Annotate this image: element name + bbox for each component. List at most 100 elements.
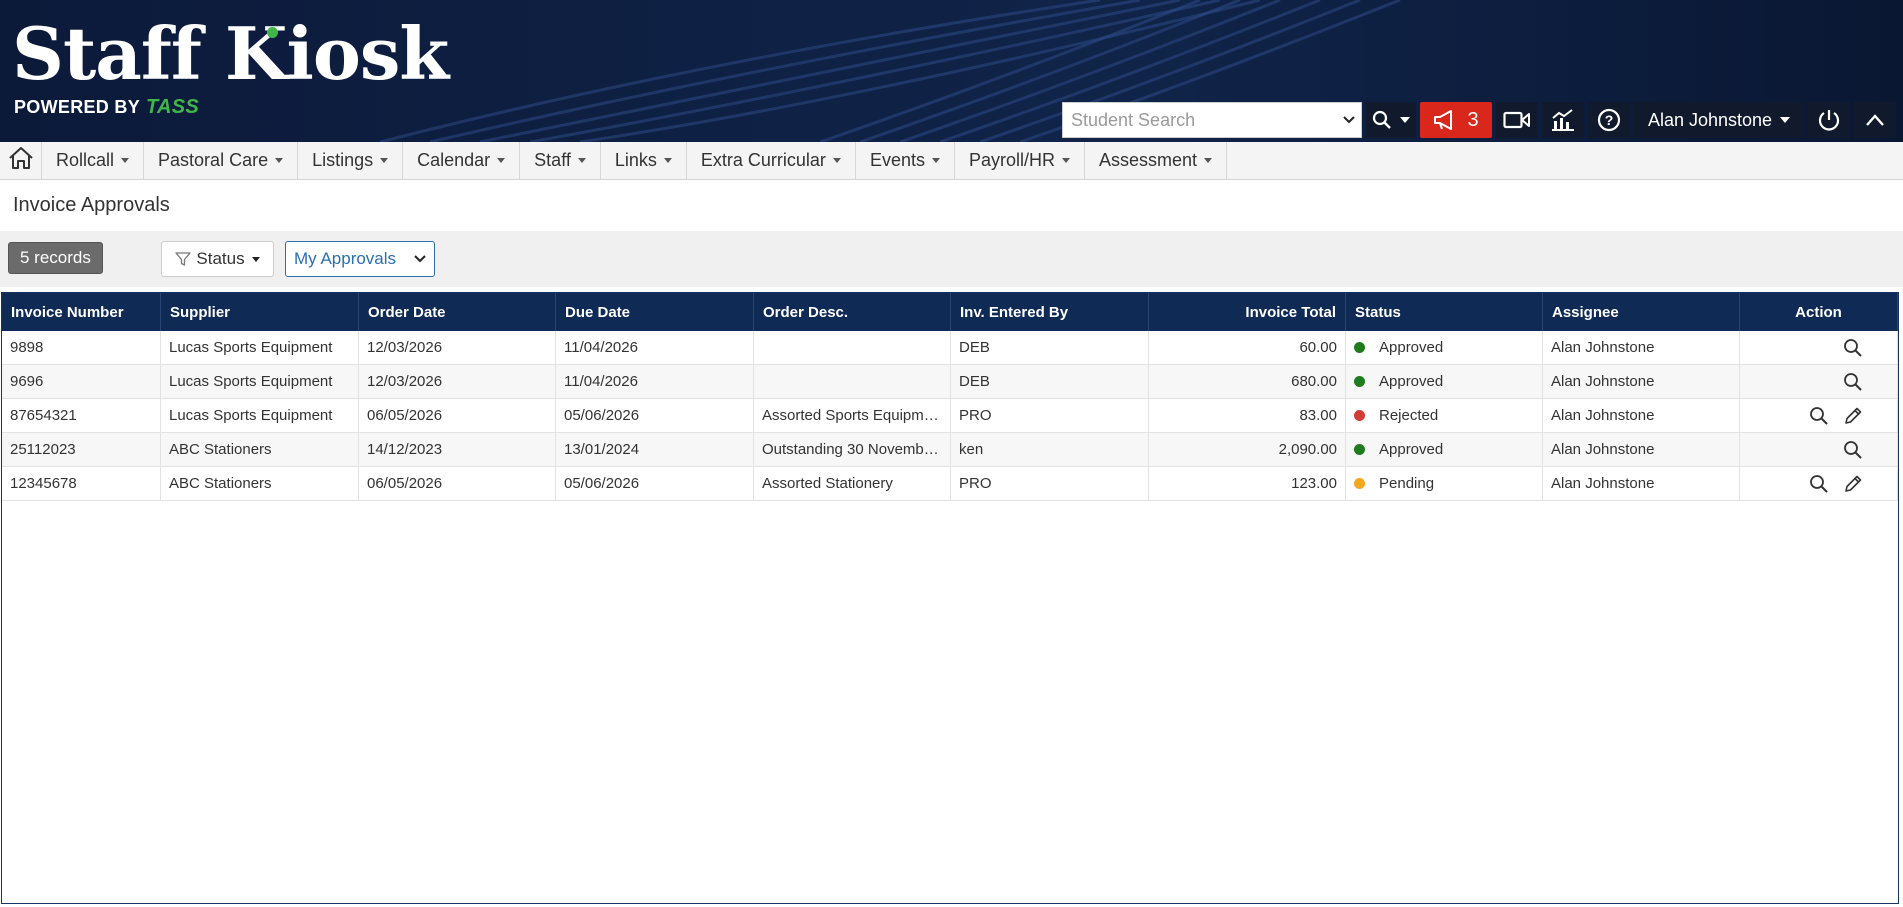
edit-pencil-icon[interactable]: [1843, 474, 1863, 494]
caret-down-icon: [663, 158, 672, 163]
view-icon[interactable]: [1843, 338, 1863, 358]
approvals-select[interactable]: My Approvals: [285, 241, 435, 277]
table-row[interactable]: 9696 Lucas Sports Equipment 12/03/2026 1…: [2, 365, 1898, 399]
nav-extra-curricular[interactable]: Extra Curricular: [687, 142, 856, 179]
cell-supplier: Lucas Sports Equipment: [161, 331, 359, 365]
edit-pencil-icon[interactable]: [1843, 406, 1863, 426]
chevron-up-icon: [1865, 113, 1885, 127]
status-label: Pending: [1379, 475, 1435, 492]
nav-links[interactable]: Links: [601, 142, 687, 179]
cell-invoice-number: 9898: [2, 331, 161, 365]
help-icon: ?: [1597, 108, 1621, 132]
cell-order-date: 12/03/2026: [359, 331, 556, 365]
status-dot: [1354, 444, 1365, 455]
caret-down-icon: [380, 158, 389, 163]
search-options-button[interactable]: [1366, 102, 1416, 138]
cell-supplier: ABC Stationers: [161, 433, 359, 467]
col-status[interactable]: Status: [1346, 293, 1543, 331]
nav-label: Rollcall: [56, 150, 115, 170]
cell-action: [1740, 365, 1898, 399]
nav-label: Calendar: [417, 150, 491, 170]
student-search-input[interactable]: Student Search: [1062, 102, 1362, 138]
nav-calendar[interactable]: Calendar: [403, 142, 521, 179]
nav-home[interactable]: [0, 142, 42, 179]
cell-invoice-total: 2,090.00: [1149, 433, 1346, 467]
caret-down-icon: [931, 158, 940, 163]
caret-down-icon: [497, 158, 506, 163]
nav-assessment[interactable]: Assessment: [1085, 142, 1228, 179]
order-desc-text: Outstanding 30 Novemb…: [762, 441, 939, 458]
chevron-down-icon[interactable]: [1343, 113, 1355, 127]
records-count-badge: 5 records: [8, 242, 103, 274]
cell-entered-by: PRO: [951, 467, 1149, 501]
user-name: Alan Johnstone: [1647, 109, 1773, 130]
megaphone-icon: [1433, 109, 1459, 131]
nav-label: Events: [869, 150, 925, 170]
nav-pastoral-care[interactable]: Pastoral Care: [144, 142, 299, 179]
col-order-desc[interactable]: Order Desc.: [754, 293, 951, 331]
view-icon[interactable]: [1843, 440, 1863, 460]
col-order-date[interactable]: Order Date: [359, 293, 556, 331]
home-icon: [8, 146, 34, 175]
view-icon[interactable]: [1843, 372, 1863, 392]
status-dot: [1354, 410, 1365, 421]
cell-status: Pending: [1346, 467, 1543, 501]
view-icon[interactable]: [1809, 406, 1829, 426]
status-filter-button[interactable]: Status: [161, 241, 274, 277]
cell-invoice-number: 87654321: [2, 399, 161, 433]
cell-assignee: Alan Johnstone: [1543, 467, 1740, 501]
power-icon: [1817, 108, 1841, 132]
col-invoice-total[interactable]: Invoice Total: [1149, 293, 1346, 331]
logo-dot: [267, 27, 278, 38]
col-assignee[interactable]: Assignee: [1543, 293, 1740, 331]
cell-order-date: 06/05/2026: [359, 399, 556, 433]
filter-toolbar: 5 records Status My Approvals: [0, 231, 1903, 287]
cell-supplier: ABC Stationers: [161, 467, 359, 501]
order-desc-text: Assorted Stationery: [762, 475, 893, 492]
user-menu-button[interactable]: Alan Johnstone: [1634, 102, 1804, 138]
cell-assignee: Alan Johnstone: [1543, 365, 1740, 399]
svg-text:?: ?: [1605, 112, 1614, 128]
nav-payroll-hr[interactable]: Payroll/HR: [955, 142, 1085, 179]
table-row[interactable]: 9898 Lucas Sports Equipment 12/03/2026 1…: [2, 331, 1898, 365]
cell-invoice-total: 123.00: [1149, 467, 1346, 501]
analytics-button[interactable]: [1542, 102, 1584, 138]
col-invoice-number[interactable]: Invoice Number: [2, 293, 161, 331]
col-supplier[interactable]: Supplier: [161, 293, 359, 331]
table-row[interactable]: 12345678 ABC Stationers 06/05/2026 05/06…: [2, 467, 1898, 501]
cell-action: [1740, 433, 1898, 467]
status-label: Approved: [1379, 441, 1444, 458]
col-entered-by[interactable]: Inv. Entered By: [951, 293, 1149, 331]
table-row[interactable]: 87654321 Lucas Sports Equipment 06/05/20…: [2, 399, 1898, 433]
cell-due-date: 05/06/2026: [556, 399, 754, 433]
nav-staff[interactable]: Staff: [520, 142, 601, 179]
status-dot: [1354, 342, 1365, 353]
nav-rollcall[interactable]: Rollcall: [42, 142, 145, 179]
help-button[interactable]: ?: [1588, 102, 1630, 138]
table-row[interactable]: 25112023 ABC Stationers 14/12/2023 13/01…: [2, 433, 1898, 467]
nav-events[interactable]: Events: [856, 142, 955, 179]
logout-button[interactable]: [1808, 102, 1850, 138]
col-due-date[interactable]: Due Date: [556, 293, 754, 331]
powered-by-text: POWERED BY: [14, 97, 141, 117]
cell-invoice-total: 83.00: [1149, 399, 1346, 433]
cell-order-desc: [754, 331, 951, 365]
status-dot: [1354, 376, 1365, 387]
video-button[interactable]: [1496, 102, 1538, 138]
nav-label: Listings: [312, 150, 374, 170]
cell-due-date: 11/04/2026: [556, 331, 754, 365]
cell-entered-by: ken: [951, 433, 1149, 467]
collapse-header-button[interactable]: [1854, 102, 1896, 138]
order-desc-text: Assorted Sports Equipment: [762, 407, 942, 424]
cell-action: [1740, 399, 1898, 433]
nav-listings[interactable]: Listings: [298, 142, 404, 179]
invoice-table: Invoice Number Supplier Order Date Due D…: [1, 292, 1899, 904]
cell-order-desc: Outstanding 30 Novemb…: [754, 433, 951, 467]
search-icon: [1372, 110, 1392, 130]
view-icon[interactable]: [1809, 474, 1829, 494]
student-search-placeholder: Student Search: [1071, 109, 1196, 130]
cell-status: Approved: [1346, 331, 1543, 365]
notifications-button[interactable]: 3: [1420, 102, 1492, 138]
cell-due-date: 11/04/2026: [556, 365, 754, 399]
status-label: Rejected: [1379, 407, 1439, 424]
